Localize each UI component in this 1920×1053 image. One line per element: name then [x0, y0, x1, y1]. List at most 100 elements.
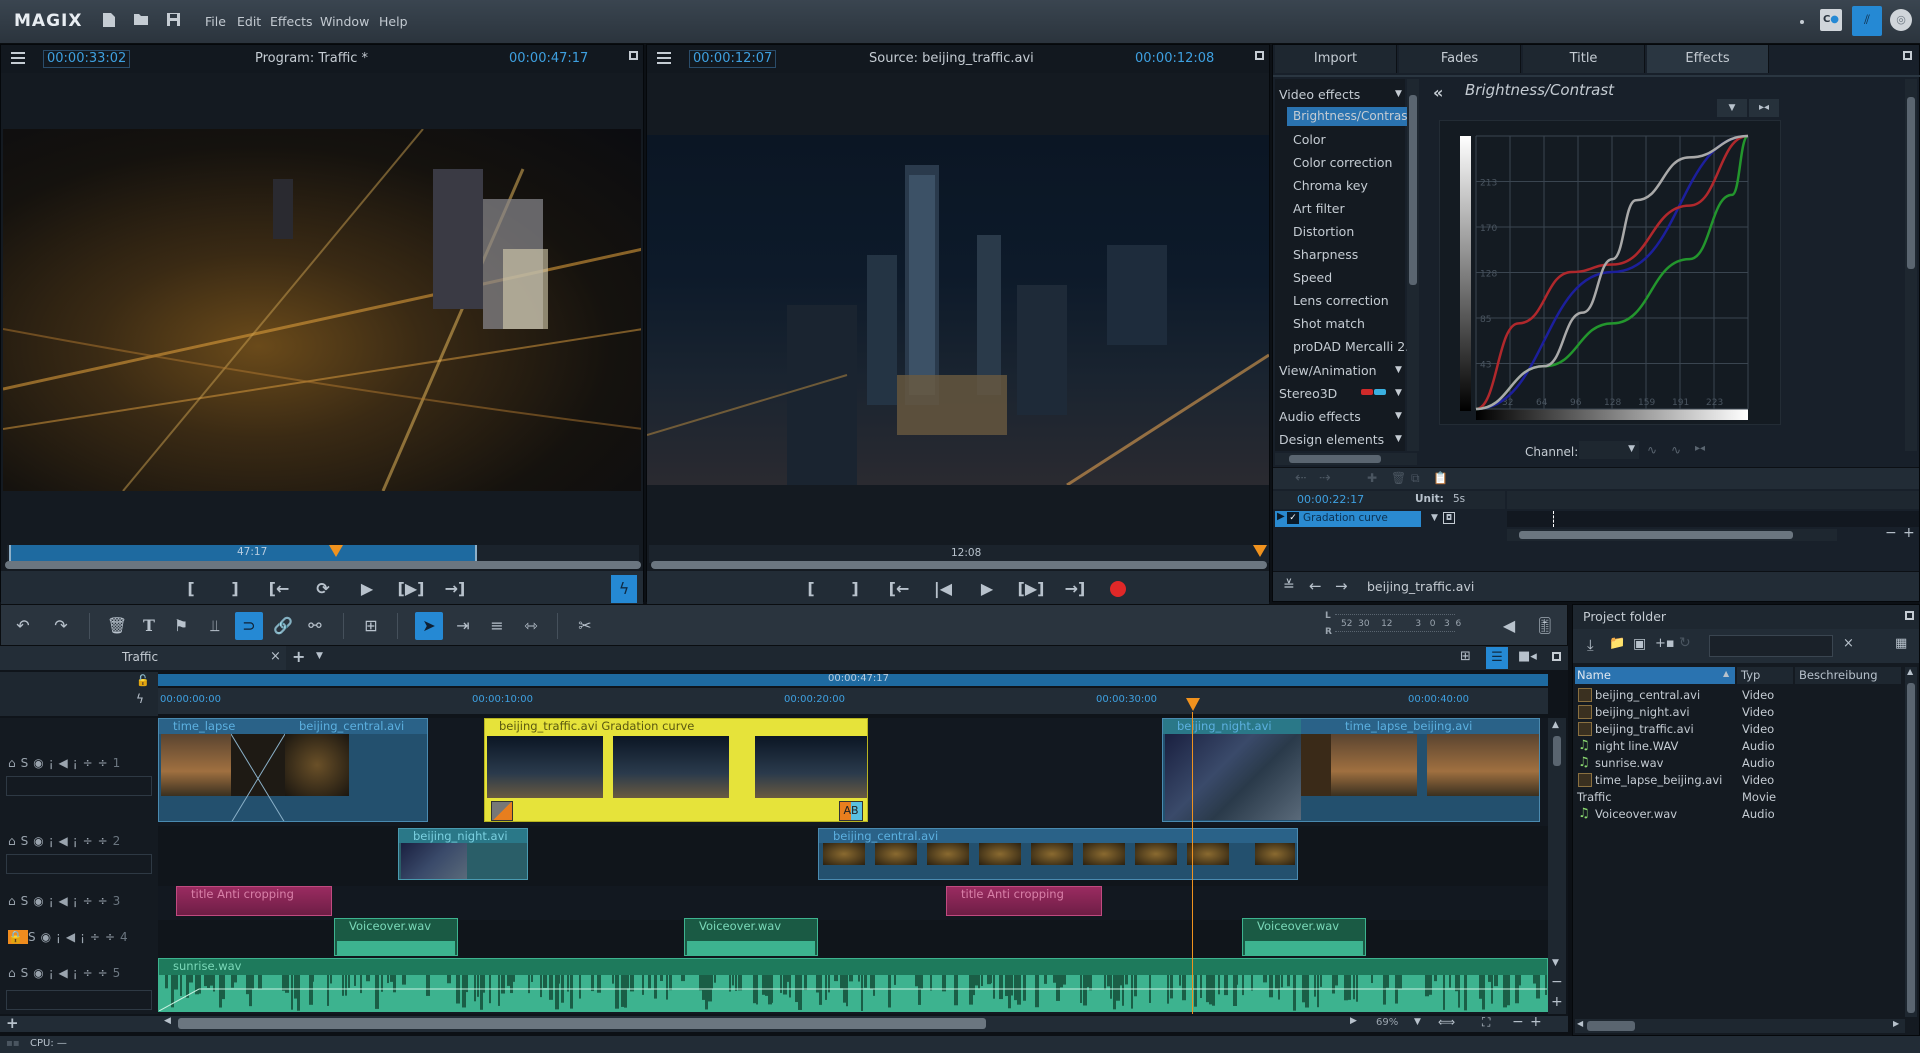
menu-file[interactable]: File — [205, 14, 226, 29]
chevron-down-icon[interactable]: ▼ — [1431, 513, 1438, 523]
maximize-icon[interactable] — [629, 51, 638, 60]
curve-graph[interactable]: 213170128854332 64 96 128 159 191 223 — [1440, 121, 1782, 426]
zoom-out-icon[interactable]: − — [1512, 1014, 1524, 1030]
track-header-icons[interactable]: ⌂S◉¡◀¡÷÷3 — [8, 894, 125, 908]
track-name-field[interactable] — [6, 990, 152, 1010]
effect-art-filter[interactable]: Art filter — [1293, 201, 1345, 216]
set-in-button[interactable]: [ — [797, 577, 825, 601]
expand-icon[interactable]: ▶ — [1277, 511, 1285, 522]
folder-icon[interactable]: 📁 — [1609, 636, 1625, 651]
effect-color-correction[interactable]: Color correction — [1293, 155, 1392, 170]
effect-lens-correction[interactable]: Lens correction — [1293, 293, 1389, 308]
speaker-icon[interactable]: ◀ — [1495, 612, 1523, 640]
reset-curve-icon[interactable]: ▸◂ — [1695, 443, 1705, 454]
play-range-button[interactable]: [▶] — [397, 577, 425, 601]
playhead-marker[interactable] — [1186, 698, 1200, 711]
track-solo-mute-icons[interactable]: S◉¡◀¡÷÷ — [21, 966, 113, 980]
zoom-in-icon[interactable]: + — [1530, 1014, 1542, 1030]
play-range-button[interactable]: [▶] — [1017, 577, 1045, 601]
effect-distortion[interactable]: Distortion — [1293, 224, 1354, 239]
gradation-curve-row[interactable]: ▶ ✓ Gradation curve — [1275, 511, 1421, 527]
delete-keyframe-icon[interactable]: 🗑 — [1391, 471, 1406, 485]
close-tab-icon[interactable]: × — [270, 649, 281, 664]
redo-icon[interactable]: ↷ — [47, 612, 75, 640]
effect-sharpness[interactable]: Sharpness — [1293, 247, 1358, 262]
project-file-row[interactable]: beijing_traffic.avi Video — [1575, 721, 1905, 738]
set-out-button[interactable]: ] — [841, 577, 869, 601]
reset-icon[interactable]: ▸◂ — [1749, 99, 1779, 117]
tab-import[interactable]: Import — [1275, 45, 1397, 73]
project-hscrollbar[interactable]: ◀ ▶ — [1575, 1019, 1905, 1033]
unlock-icon[interactable]: ⌂ — [8, 756, 21, 770]
insert-mode-icon[interactable]: ⊞ — [357, 612, 385, 640]
effect-editor-scrollbar[interactable] — [1905, 79, 1917, 451]
maximize-icon[interactable] — [1255, 51, 1264, 60]
clip-beijing-night-track2[interactable]: beijing_night.avi — [398, 828, 528, 880]
playhead-marker[interactable] — [1253, 545, 1267, 557]
timeline-range-bar[interactable]: 00:00:47:17 — [158, 673, 1548, 686]
lock-icon[interactable]: 🔒 — [8, 930, 28, 944]
unlock-icon[interactable]: ⌂ — [8, 834, 21, 848]
zoom-in-icon[interactable]: + — [1903, 525, 1915, 541]
undo-keyframe-icon[interactable]: ⇠ — [1295, 470, 1307, 486]
column-name[interactable]: Name ▲ — [1575, 667, 1735, 684]
add-item-icon[interactable]: +▪ — [1655, 636, 1675, 651]
cut-mode-icon[interactable]: ⫽ — [1852, 6, 1882, 36]
menu-icon[interactable] — [11, 52, 25, 64]
previous-frame-button[interactable]: |◀ — [929, 577, 957, 601]
clip-beijing-central-track2[interactable]: beijing_central.avi — [818, 828, 1298, 880]
track-header-icons[interactable]: ⌂S◉¡◀¡÷÷1 — [8, 756, 125, 770]
project-file-row[interactable]: beijing_central.avi Video — [1575, 687, 1905, 704]
gradation-curve-editor[interactable]: 213 170 128 85 43 32 64 96 128 159 191 223 — [1439, 120, 1781, 425]
channel-select[interactable]: ▼ — [1579, 441, 1639, 459]
clip-beijing-night-time-lapse[interactable]: beijing_night.avi time_lapse_beijing.avi — [1162, 718, 1540, 822]
category-view-animation[interactable]: View/Animation — [1279, 363, 1377, 378]
keyframe-ruler[interactable] — [1507, 491, 1919, 509]
menu-edit[interactable]: Edit — [237, 14, 261, 29]
timeline-vscrollbar[interactable]: ▲ ▼ − + — [1548, 718, 1566, 1014]
clip-beijing-traffic-selected[interactable]: beijing_traffic.avi Gradation curve AB — [484, 718, 868, 822]
save-icon[interactable]: ▣ — [1633, 636, 1646, 652]
effects-list-hscrollbar[interactable] — [1275, 453, 1417, 465]
column-description[interactable]: Beschreibung — [1795, 667, 1901, 684]
track-header-icons[interactable]: 🔒S◉¡◀¡÷÷4 — [8, 930, 133, 944]
track-solo-mute-icons[interactable]: S◉¡◀¡÷÷ — [21, 756, 113, 770]
jump-to-end-button[interactable]: →] — [441, 577, 469, 601]
scroll-left-icon[interactable]: ◀ — [164, 1016, 171, 1026]
fit-screen-icon[interactable]: ⛶ — [1482, 1015, 1490, 1030]
set-in-button[interactable]: [ — [177, 577, 205, 601]
mixer-icon[interactable]: 🎚 — [1531, 612, 1559, 640]
lightning-icon[interactable]: ϟ — [611, 575, 637, 603]
clip-title-anti-cropping-1[interactable]: title Anti cropping — [176, 886, 332, 916]
multicam-icon[interactable]: ■◂ — [1518, 649, 1537, 664]
stretch-icon[interactable]: ⇿ — [517, 612, 545, 640]
disc-icon[interactable]: ◎ — [1890, 9, 1912, 31]
chevron-down-icon[interactable]: ▼ — [1395, 89, 1402, 99]
keyframe-hscrollbar[interactable] — [1507, 529, 1837, 541]
ab-transition-icon[interactable]: AB — [839, 801, 863, 821]
clip-voiceover-2[interactable]: Voiceover.wav — [684, 918, 818, 956]
clip-voiceover-1[interactable]: Voiceover.wav — [334, 918, 458, 956]
source-timecode-current[interactable]: 00:00:12:07 — [689, 50, 777, 68]
maximize-icon[interactable] — [1905, 611, 1914, 620]
program-scrollbar[interactable] — [5, 561, 641, 569]
magnet-snap-icon[interactable]: ⊃ — [235, 612, 263, 640]
category-video-effects[interactable]: Video effects — [1279, 87, 1360, 102]
track-solo-mute-icons[interactable]: S◉¡◀¡÷÷ — [21, 834, 113, 848]
maximize-icon[interactable] — [1903, 51, 1912, 60]
project-file-row[interactable]: ♫ sunrise.wav Audio — [1575, 755, 1905, 772]
split-icon[interactable]: ⫫ — [201, 612, 229, 640]
menu-help[interactable]: Help — [379, 14, 408, 29]
unlink-icon[interactable]: ⚯ — [301, 612, 329, 640]
set-out-button[interactable]: ] — [221, 577, 249, 601]
co-icon[interactable]: C● — [1820, 9, 1842, 31]
jump-to-start-button[interactable]: [← — [885, 577, 913, 601]
clip-time-lapse-beijing-central[interactable]: time_lapse beijing_central.avi — [158, 718, 428, 822]
fade-handle-icon[interactable] — [491, 801, 513, 821]
link-icon[interactable]: 🔗 — [269, 612, 297, 640]
menu-effects[interactable]: Effects — [270, 14, 313, 29]
refresh-icon[interactable]: ↻ — [1679, 635, 1691, 651]
scissors-icon[interactable]: ✂ — [571, 612, 599, 640]
tab-fades[interactable]: Fades — [1399, 45, 1521, 73]
timeline-hscrollbar[interactable] — [178, 1018, 986, 1029]
